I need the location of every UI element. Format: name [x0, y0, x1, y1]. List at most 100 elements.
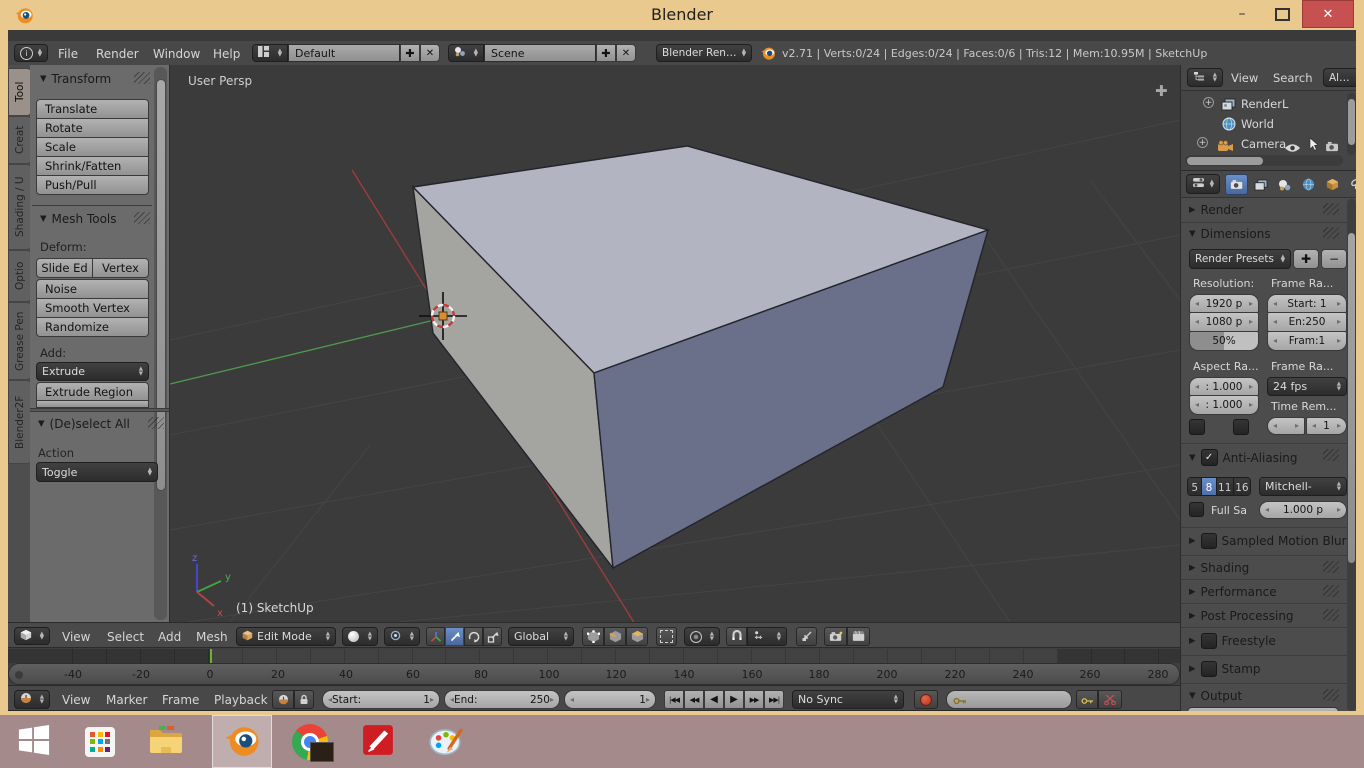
aa-samples-5[interactable]: 5 — [1188, 478, 1202, 496]
render-presets-dropdown[interactable]: Render Presets ▲▼ — [1189, 249, 1291, 269]
smooth-vertex-button[interactable]: Smooth Vertex — [36, 298, 149, 318]
tab-create[interactable]: Creat — [8, 116, 32, 164]
properties-tab-constraints[interactable] — [1345, 174, 1356, 195]
outliner-scope-dropdown[interactable]: All Sc — [1323, 68, 1356, 87]
anti-aliasing-checkbox[interactable]: ✓ — [1201, 449, 1218, 466]
lock-time-button[interactable] — [294, 690, 314, 709]
properties-scrollbar[interactable] — [1347, 199, 1356, 711]
panel-grip[interactable] — [1323, 585, 1339, 597]
panel-header-anti-aliasing[interactable]: ▼ ✓ Anti-Aliasing — [1189, 449, 1298, 466]
blender-taskbar-button[interactable] — [212, 715, 272, 768]
toolshelf-scrollbar-thumb[interactable] — [156, 79, 166, 491]
face-select-button[interactable] — [626, 627, 648, 646]
aa-samples-16[interactable]: 16 — [1234, 478, 1250, 496]
timeline-editor-type-button[interactable]: ▲▼ — [14, 690, 50, 709]
viewport-shading-dropdown[interactable]: ▲▼ — [342, 627, 378, 646]
transform-orientation-dropdown[interactable]: Global ▲▼ — [508, 627, 574, 646]
sampled-motion-blur-checkbox[interactable] — [1201, 533, 1217, 549]
snap-toggle-button[interactable] — [726, 627, 747, 646]
panel-grip[interactable] — [1323, 203, 1339, 215]
properties-scrollbar-thumb[interactable] — [1348, 233, 1355, 563]
increment-icon[interactable]: ▸ — [646, 696, 650, 704]
add-preset-button[interactable]: ✚ — [1293, 249, 1319, 269]
tab-options[interactable]: Optio — [8, 250, 32, 302]
manipulator-axis-button[interactable] — [426, 627, 445, 646]
sketchup-taskbar-button[interactable] — [348, 715, 408, 768]
decrement-icon[interactable]: ◂ — [570, 696, 574, 704]
frame-step-field[interactable]: ◂Fram:1▸ — [1267, 332, 1347, 351]
start-button[interactable] — [8, 715, 60, 768]
previous-keyframe-button[interactable]: ◀◀ — [684, 690, 704, 709]
expand-region-plus-icon[interactable]: ✚ — [1155, 82, 1168, 100]
panel-grip[interactable] — [134, 72, 150, 84]
limit-selection-visible-button[interactable] — [656, 627, 677, 646]
vertex-slide-button[interactable]: Vertex — [92, 258, 149, 278]
frame-start-field[interactable]: ◂ Start: 1 ▸ — [322, 690, 440, 709]
render-engine-dropdown[interactable]: Blender Render ▲▼ — [656, 44, 752, 62]
panel-header-sampled-motion-blur[interactable]: ▶ Sampled Motion Blur — [1189, 533, 1347, 549]
delete-scene-button[interactable]: ✕ — [616, 44, 636, 62]
panel-header-performance[interactable]: ▶Performance — [1189, 585, 1277, 599]
menu-view[interactable]: View — [62, 628, 90, 646]
tab-grease-pencil[interactable]: Grease Pen — [8, 302, 32, 380]
increment-icon[interactable]: ▸ — [550, 696, 554, 704]
vertex-select-button[interactable] — [582, 627, 604, 646]
paint-taskbar-button[interactable] — [416, 715, 476, 768]
delete-keyframe-button[interactable] — [1098, 690, 1122, 709]
chrome-taskbar-button[interactable] — [280, 715, 340, 768]
panel-header-deselect-all[interactable]: ▼(De)select All — [38, 417, 130, 431]
panel-grip[interactable] — [1323, 609, 1339, 621]
panel-grip[interactable] — [1323, 227, 1339, 239]
properties-tab-scene[interactable] — [1273, 174, 1296, 195]
manipulator-scale-button[interactable] — [483, 627, 502, 646]
shrink-fatten-button[interactable]: Shrink/Fatten — [36, 156, 149, 176]
extrude-region-button[interactable]: Extrude Region — [36, 382, 149, 401]
expand-plus-icon[interactable]: + — [1197, 137, 1208, 148]
panel-header-mesh-tools[interactable]: ▼Mesh Tools — [40, 212, 117, 226]
outliner-menu-view[interactable]: View — [1231, 69, 1258, 87]
auto-keyframe-button[interactable] — [914, 690, 938, 709]
manipulator-rotate-button[interactable] — [464, 627, 483, 646]
border-checkbox[interactable] — [1189, 419, 1205, 435]
opengl-render-image-button[interactable] — [824, 627, 847, 646]
properties-editor-type-button[interactable]: ▲▼ — [1186, 174, 1220, 194]
resolution-percent-slider[interactable]: 50% — [1189, 332, 1259, 351]
extrude-dropdown[interactable]: Extrude ▲▼ — [36, 362, 149, 381]
scale-button[interactable]: Scale — [36, 137, 149, 157]
delete-layout-button[interactable]: ✕ — [420, 44, 440, 62]
renderability-camera-icon[interactable] — [1325, 137, 1340, 156]
manipulator-translate-button[interactable] — [445, 627, 464, 646]
outliner-vscrollbar[interactable] — [1347, 93, 1356, 155]
scene-name-field[interactable]: Scene — [484, 44, 596, 62]
operator-panel-divider[interactable] — [30, 408, 170, 412]
cube-mesh[interactable] — [413, 146, 988, 568]
properties-tab-render-layers[interactable] — [1249, 174, 1272, 195]
play-reverse-button[interactable]: ◀ — [704, 690, 724, 709]
full-sample-checkbox[interactable] — [1189, 502, 1204, 517]
file-explorer-button[interactable] — [140, 715, 192, 768]
outliner-hscrollbar-thumb[interactable] — [1187, 157, 1263, 165]
jump-to-end-button[interactable]: ▶▶| — [764, 690, 784, 709]
outliner-editor-type-button[interactable]: ▲▼ — [1187, 68, 1223, 87]
menu-render[interactable]: Render — [96, 45, 139, 63]
outliner-item-label[interactable]: Camera — [1241, 137, 1286, 151]
tab-shading-uv[interactable]: Shading / U — [8, 164, 32, 250]
frame-end-prop-field[interactable]: ◂En:250▸ — [1267, 313, 1347, 332]
menu-timeline-marker[interactable]: Marker — [106, 691, 147, 709]
time-remap-old-field[interactable]: ◂▸ — [1267, 417, 1305, 435]
remove-preset-button[interactable]: − — [1321, 249, 1347, 269]
apps-view-button[interactable] — [74, 715, 126, 768]
panel-grip[interactable] — [1323, 561, 1339, 573]
properties-tab-world[interactable] — [1297, 174, 1320, 195]
panel-grip[interactable] — [1323, 689, 1339, 701]
noise-button[interactable]: Noise — [36, 279, 149, 299]
randomize-button[interactable]: Randomize — [36, 317, 149, 337]
timeline-playhead[interactable] — [210, 649, 212, 663]
screen-layout-name-field[interactable]: Default — [288, 44, 400, 62]
translate-button[interactable]: Translate — [36, 99, 149, 119]
panel-grip[interactable] — [134, 212, 150, 224]
timeline-ruler[interactable]: -40-200204060801001201401601802002202402… — [8, 663, 1180, 685]
viewport-3d[interactable]: z y x User Persp ✚ (1) SketchUp — [170, 65, 1180, 622]
toolshelf-scrollbar[interactable] — [154, 67, 167, 620]
add-scene-button[interactable]: ✚ — [596, 44, 616, 62]
